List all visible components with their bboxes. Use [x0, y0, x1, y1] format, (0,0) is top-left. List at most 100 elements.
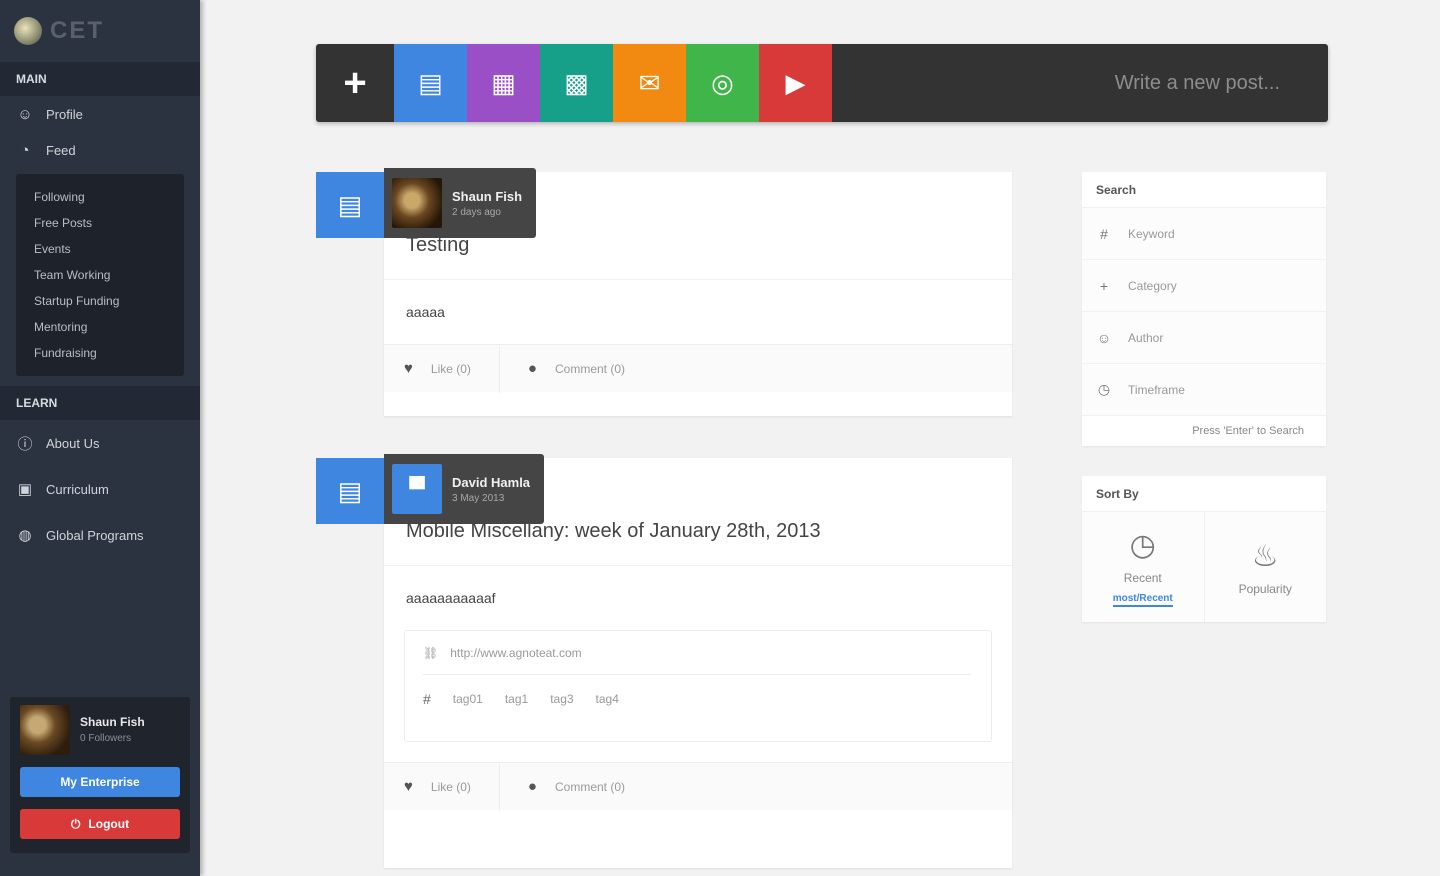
sort-option-label: Recent — [1123, 570, 1162, 585]
search-field-label: Author — [1128, 330, 1164, 345]
text-post-icon: ▤ — [418, 67, 443, 98]
search-category-field[interactable]: + Category — [1082, 260, 1326, 312]
post-type-video-button[interactable]: ▶ — [759, 44, 832, 122]
post-actions: ♥ Like (0) ● Comment (0) — [384, 344, 1012, 393]
submenu-item-events[interactable]: Events — [16, 236, 184, 262]
submenu-item-startup-funding[interactable]: Startup Funding — [16, 288, 184, 314]
sidebar-item-curriculum[interactable]: ▣ Curriculum — [0, 466, 200, 512]
my-enterprise-button[interactable]: My Enterprise — [20, 767, 180, 797]
post-type-badge: ▤ — [316, 458, 384, 524]
post-time: 3 May 2013 — [452, 492, 505, 504]
post-author[interactable]: Shaun Fish 2 days ago — [384, 168, 537, 238]
search-author-field[interactable]: ☺ Author — [1082, 312, 1326, 364]
sidebar-item-label: Feed — [46, 142, 76, 158]
like-button[interactable]: ♥ Like (0) — [404, 360, 471, 377]
event-post-icon: ▦ — [491, 67, 516, 98]
post-time: 2 days ago — [452, 206, 501, 218]
comment-button[interactable]: ● Comment (0) — [528, 778, 625, 795]
logout-button[interactable]: ⏻ Logout — [20, 809, 180, 839]
attachment-url-row[interactable]: ⛓ http://www.agnoteat.com — [423, 631, 971, 675]
plus-icon: + — [343, 60, 367, 105]
post-body: aaaaaaaaaaaf — [406, 590, 496, 606]
new-post-prompt[interactable]: Write a new post... — [1115, 44, 1328, 122]
avatar[interactable] — [20, 705, 70, 755]
like-label: Like (0) — [430, 361, 471, 376]
clock-icon: ◷ — [1129, 528, 1156, 562]
search-widget-title: Search — [1082, 172, 1326, 208]
post-card: ▤ Shaun Fish 2 days ago Testing aaaaa ♥ … — [316, 168, 1012, 416]
search-field-label: Keyword — [1128, 226, 1175, 241]
tag-list: # tag01 tag1 tag3 tag4 — [423, 675, 971, 723]
user-icon: ☺ — [17, 105, 33, 123]
tag[interactable]: tag01 — [453, 692, 483, 706]
tag[interactable]: tag3 — [550, 692, 573, 706]
sort-widget: Sort By ◷ Recent most/Recent ♨ Popularit… — [1082, 476, 1326, 622]
current-user-panel: Shaun Fish 0 Followers My Enterprise ⏻ L… — [10, 697, 190, 853]
search-keyword-field[interactable]: # Keyword — [1082, 208, 1326, 260]
search-timeframe-field[interactable]: ◷ Timeframe — [1082, 364, 1326, 416]
post-type-message-button[interactable]: ✉ — [613, 44, 686, 122]
sort-widget-title: Sort By — [1082, 476, 1326, 512]
submenu-item-fundraising[interactable]: Fundraising — [16, 340, 184, 366]
post-title[interactable]: Mobile Miscellany: week of January 28th,… — [384, 520, 1012, 566]
divider — [498, 344, 500, 393]
post-type-event-button[interactable]: ▦ — [467, 44, 540, 122]
sidebar: CET MAIN ☺ Profile ◔ Feed Following Free… — [0, 0, 200, 876]
section-header-learn: LEARN — [0, 386, 200, 420]
globe-icon: ◍ — [18, 527, 32, 544]
feed-submenu: Following Free Posts Events Team Working… — [16, 174, 184, 376]
logout-label: Logout — [88, 817, 130, 831]
author-name: Shaun Fish — [452, 188, 523, 204]
submenu-item-free-posts[interactable]: Free Posts — [16, 210, 184, 236]
post-type-calendar-button[interactable]: ▩ — [540, 44, 613, 122]
image-icon: ▀ — [409, 476, 425, 501]
attachment-url: http://www.agnoteat.com — [450, 645, 582, 660]
rss-icon: ◔ — [20, 141, 30, 159]
sort-popularity-button[interactable]: ♨ Popularity — [1204, 512, 1326, 622]
message-post-icon: ✉ — [638, 67, 661, 98]
like-button[interactable]: ♥ Like (0) — [404, 778, 471, 795]
calendar-post-icon: ▩ — [564, 67, 589, 98]
add-post-button[interactable]: + — [316, 44, 394, 122]
like-label: Like (0) — [430, 779, 471, 794]
post-author[interactable]: ▀ David Hamla 3 May 2013 — [384, 454, 545, 524]
sidebar-item-feed[interactable]: ◔ Feed — [0, 132, 200, 168]
active-sort-indicator: most/Recent — [1112, 593, 1173, 607]
post-type-text-button[interactable]: ▤ — [394, 44, 467, 122]
logo-icon — [14, 17, 42, 45]
post-body: aaaaa — [406, 304, 445, 320]
submenu-item-following[interactable]: Following — [16, 184, 184, 210]
author-avatar — [392, 178, 442, 228]
post-actions: ♥ Like (0) ● Comment (0) — [384, 762, 1012, 811]
submenu-item-team-working[interactable]: Team Working — [16, 262, 184, 288]
sidebar-item-profile[interactable]: ☺ Profile — [0, 96, 200, 132]
sidebar-item-about-us[interactable]: ⓘ About Us — [0, 420, 200, 466]
my-enterprise-label: My Enterprise — [60, 775, 140, 789]
post-type-question-button[interactable]: ◎ — [686, 44, 759, 122]
tag[interactable]: tag4 — [596, 692, 619, 706]
brand-word: CET — [50, 17, 104, 44]
sort-options: ◷ Recent most/Recent ♨ Popularity — [1082, 512, 1326, 622]
submenu-item-mentoring[interactable]: Mentoring — [16, 314, 184, 340]
sidebar-item-global-programs[interactable]: ◍ Global Programs — [0, 512, 200, 558]
clock-icon: ◷ — [1097, 381, 1111, 397]
tag[interactable]: tag1 — [505, 692, 528, 706]
comment-button[interactable]: ● Comment (0) — [528, 360, 625, 377]
user-icon: ☺ — [1096, 329, 1112, 346]
book-icon: ▣ — [17, 481, 33, 498]
text-post-icon: ▤ — [337, 475, 363, 506]
search-field-label: Category — [1128, 278, 1177, 293]
post-type-badge: ▤ — [316, 172, 384, 238]
section-header-main: MAIN — [0, 62, 200, 96]
post-title[interactable]: Testing — [384, 234, 1012, 280]
plus-icon: + — [1099, 277, 1109, 294]
tag-icon: # — [423, 691, 431, 707]
sidebar-item-label: Global Programs — [46, 527, 144, 543]
sort-recent-button[interactable]: ◷ Recent most/Recent — [1082, 512, 1205, 622]
sidebar-item-label: Profile — [46, 106, 83, 122]
heart-icon: ♥ — [404, 778, 413, 795]
brand[interactable]: CET — [0, 0, 200, 62]
sidebar-item-label: About Us — [46, 435, 100, 451]
comment-label: Comment (0) — [554, 361, 625, 376]
comment-label: Comment (0) — [554, 779, 625, 794]
